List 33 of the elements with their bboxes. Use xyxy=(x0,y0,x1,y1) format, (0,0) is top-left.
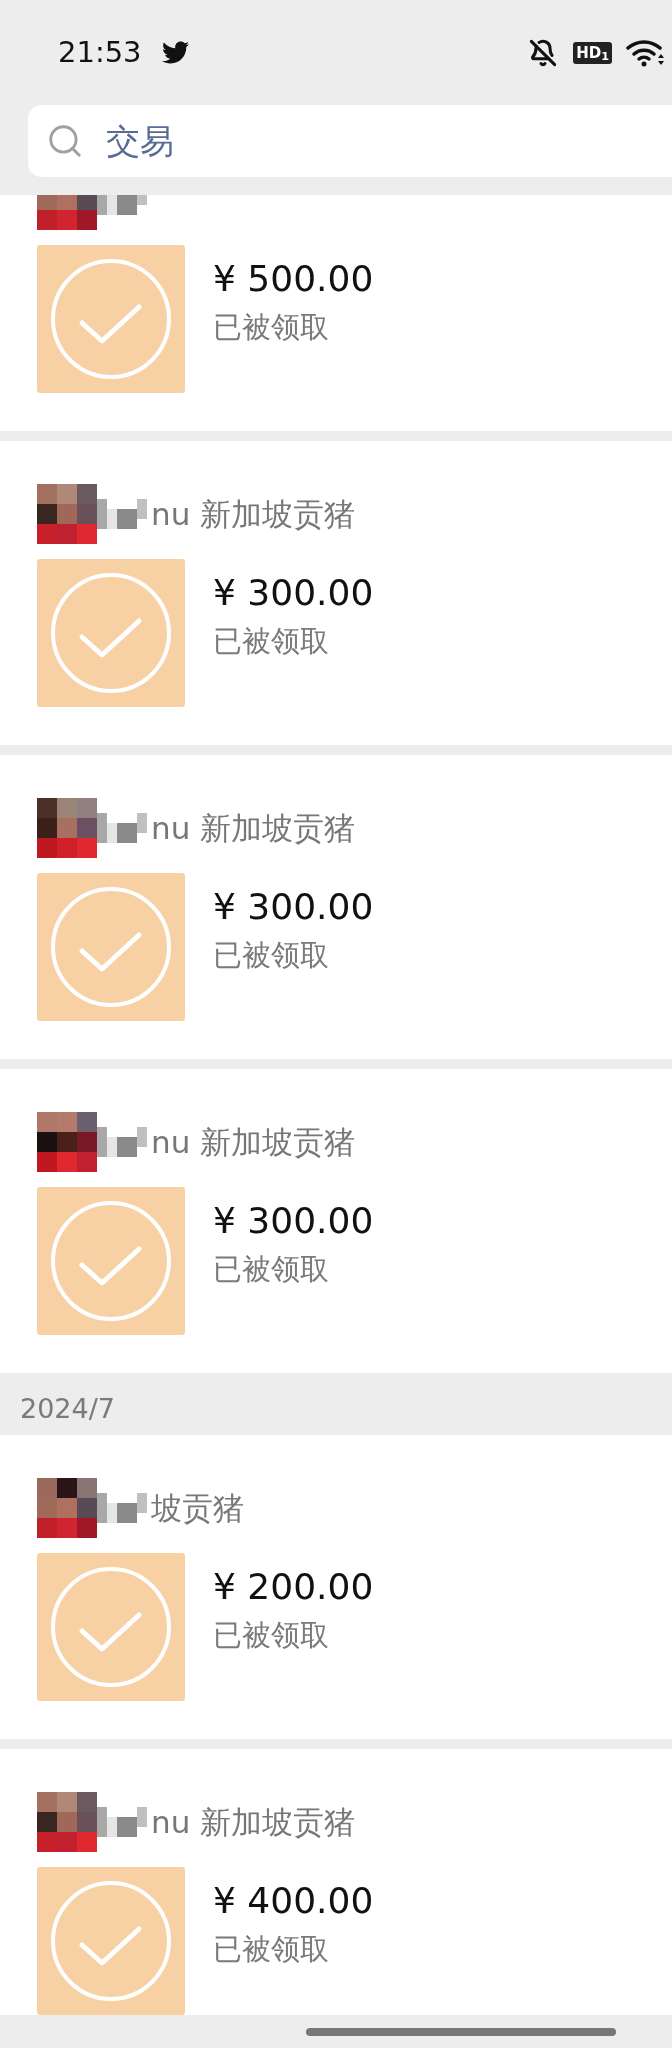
sender-name: nu 新加坡贡猪 xyxy=(151,1802,356,1842)
sender-name: 坡贡猪 xyxy=(151,1488,244,1528)
sender-name: nu 新加坡贡猪 xyxy=(151,1122,356,1162)
claim-status: 已被领取 xyxy=(213,309,330,346)
claim-status: 已被领取 xyxy=(213,937,330,974)
received-check-icon xyxy=(37,1553,185,1701)
wifi-icon xyxy=(626,37,664,68)
search-icon xyxy=(46,122,84,160)
clock: 21:53 xyxy=(58,33,142,71)
received-check-icon xyxy=(37,559,185,707)
amount: ¥ 300.00 xyxy=(213,571,374,615)
bell-off-icon xyxy=(529,38,558,67)
transfer-card[interactable]: nu 新加坡贡猪 ¥ 400.00 已被领取 xyxy=(0,1749,672,2015)
amount: ¥ 300.00 xyxy=(213,885,374,929)
sender-name: nu 新加坡贡猪 xyxy=(151,494,356,534)
month-header: 2024/7 xyxy=(20,1391,115,1426)
claim-status: 已被领取 xyxy=(213,623,330,660)
hd-badge: HD$_{1}$ xyxy=(573,41,612,64)
received-check-icon xyxy=(37,873,185,1021)
home-indicator[interactable] xyxy=(306,2027,616,2036)
claim-status: 已被领取 xyxy=(213,1251,330,1288)
claim-status: 已被领取 xyxy=(213,1931,330,1968)
sender-name: nu 新加坡贡猪 xyxy=(151,808,356,848)
received-check-icon xyxy=(37,1867,185,2015)
received-check-icon xyxy=(37,1187,185,1335)
amount: ¥ 200.00 xyxy=(213,1565,374,1609)
amount: ¥ 300.00 xyxy=(213,1199,374,1243)
received-check-icon xyxy=(37,245,185,393)
bird-icon xyxy=(161,39,189,66)
search-bar[interactable]: 交易 xyxy=(28,105,672,177)
amount: ¥ 500.00 xyxy=(213,257,374,301)
amount: ¥ 400.00 xyxy=(213,1879,374,1923)
claim-status: 已被领取 xyxy=(213,1617,330,1654)
